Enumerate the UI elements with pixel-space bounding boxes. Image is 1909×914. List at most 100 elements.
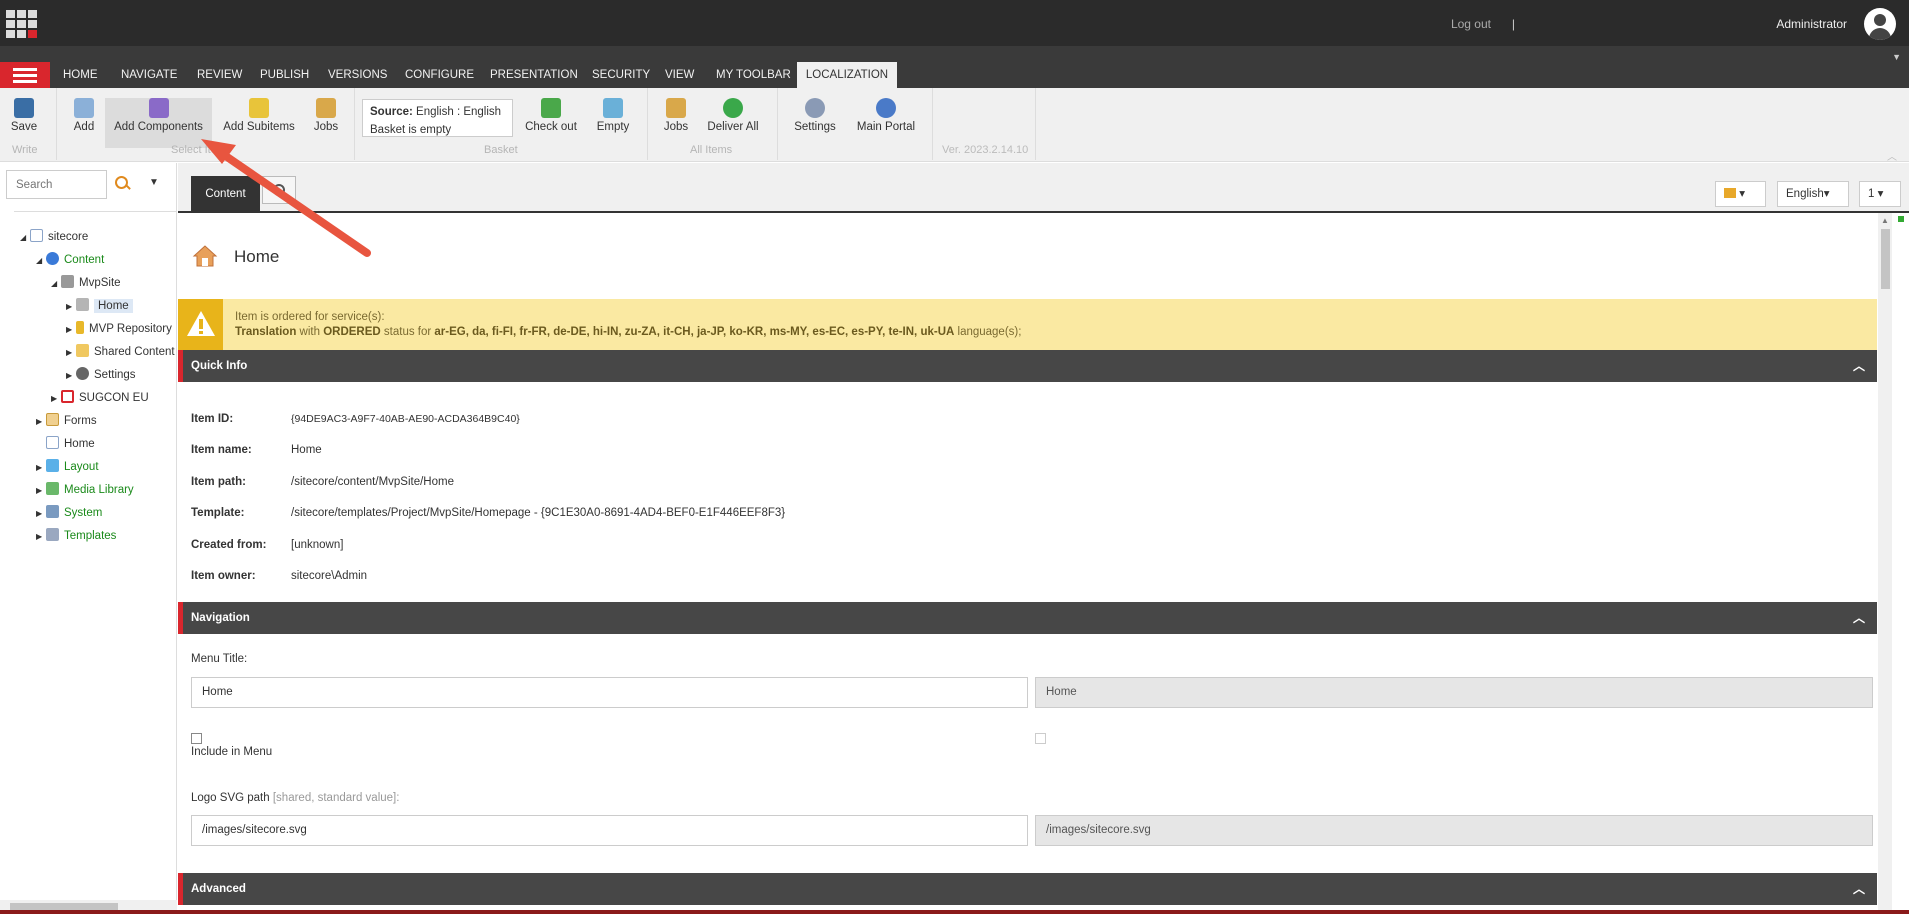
deliver-all-button[interactable]: Deliver All [707, 98, 759, 148]
tree-node-media-library[interactable]: ▶ Media Library [36, 481, 134, 499]
tab-versions[interactable]: VERSIONS [320, 62, 395, 88]
tree-node-forms[interactable]: ▶ Forms [36, 412, 97, 430]
tree-node-mvp-repository[interactable]: ▶ MVP Repository [66, 320, 172, 338]
tree-node-content[interactable]: ◢ Content [36, 251, 104, 269]
app-launcher-icon[interactable] [6, 10, 37, 38]
editor-vertical-scrollbar[interactable]: ▲ [1878, 213, 1892, 914]
trash-icon [603, 98, 623, 118]
tree-node-home[interactable]: ▶ Home [66, 297, 133, 315]
collapsed-arrow-icon[interactable]: ▶ [66, 344, 76, 362]
version-dropdown[interactable]: 1 ▾ [1859, 181, 1901, 207]
tree-node-shared-content[interactable]: ▶ Shared Content [66, 343, 175, 361]
collapsed-arrow-icon[interactable]: ▶ [66, 298, 76, 316]
created-from-value: [unknown] [291, 539, 344, 551]
tree-node-sitecore[interactable]: ◢ sitecore [20, 228, 88, 246]
tree-node-settings[interactable]: ▶ Settings [66, 366, 136, 384]
hamburger-menu-icon[interactable] [0, 62, 50, 88]
chevron-up-icon[interactable]: ︿ [1853, 602, 1865, 634]
folder-icon [76, 344, 89, 357]
jobs-button[interactable]: Jobs [311, 98, 341, 148]
add-subitems-button[interactable]: Add Subitems [222, 98, 296, 148]
user-name[interactable]: Administrator [1776, 17, 1847, 31]
tab-security[interactable]: SECURITY [584, 62, 658, 88]
site-icon [61, 275, 74, 288]
item-id-value: {94DE9AC3-A9F7-40AB-AE90-ACDA364B9C40} [291, 413, 520, 425]
menu-title-field[interactable]: Home [191, 677, 1028, 708]
template-value[interactable]: /sitecore/templates/Project/MvpSite/Home… [291, 507, 785, 519]
tree-node-home-root[interactable]: Home [36, 435, 95, 453]
expanded-arrow-icon[interactable]: ◢ [51, 275, 61, 293]
quick-info-section-header[interactable]: Quick Info ︿ [178, 350, 1877, 382]
empty-button[interactable]: Empty [594, 98, 632, 148]
tree-node-sugcon-eu[interactable]: ▶ SUGCON EU [51, 389, 149, 407]
collapsed-arrow-icon[interactable]: ▶ [36, 505, 46, 523]
forms-icon [46, 413, 59, 426]
logo-svg-path-field[interactable]: /images/sitecore.svg [191, 815, 1028, 846]
template-label: Template: [191, 507, 245, 519]
tree-node-layout[interactable]: ▶ Layout [36, 458, 99, 476]
search-icon[interactable] [113, 175, 131, 193]
add-button[interactable]: Add [68, 98, 100, 148]
chevron-down-icon[interactable]: ▼ [1892, 52, 1901, 62]
content-tree-panel: ▼ ◢sitecore ◢Content ◢MvpSite ▶Home ▶MVP… [0, 163, 177, 914]
tab-view[interactable]: VIEW [657, 62, 702, 88]
navigation-section-header[interactable]: Navigation ︿ [178, 602, 1877, 634]
include-in-menu-label: Include in Menu [191, 746, 273, 758]
collapsed-arrow-icon[interactable]: ▶ [36, 413, 46, 431]
tab-localization[interactable]: LOCALIZATION [797, 62, 897, 88]
collapsed-arrow-icon[interactable]: ▶ [51, 390, 61, 408]
collapsed-arrow-icon[interactable]: ▶ [36, 459, 46, 477]
avatar[interactable] [1864, 8, 1896, 40]
top-bar: Log out | Administrator [0, 0, 1909, 46]
chevron-up-icon[interactable]: ︿ [1853, 350, 1865, 382]
language-dropdown[interactable]: English▾ [1777, 181, 1849, 207]
settings-button[interactable]: Settings [794, 98, 836, 148]
tab-presentation[interactable]: PRESENTATION [482, 62, 586, 88]
tree-node-mvpsite[interactable]: ◢ MvpSite [51, 274, 121, 292]
scroll-up-icon[interactable]: ▲ [1881, 216, 1889, 225]
tree-node-templates[interactable]: ▶ Templates [36, 527, 116, 545]
tab-navigate[interactable]: NAVIGATE [113, 62, 185, 88]
clipboard-icon [316, 98, 336, 118]
created-from-label: Created from: [191, 539, 267, 551]
write-group-label: Write [12, 144, 38, 156]
include-in-menu-standard-checkbox [1035, 733, 1046, 744]
home-icon [76, 298, 89, 311]
include-in-menu-checkbox[interactable] [191, 733, 202, 744]
save-button[interactable]: Save [8, 98, 40, 148]
collapsed-arrow-icon[interactable]: ▶ [66, 367, 76, 385]
header-separator: | [1511, 17, 1515, 31]
item-name-label: Item name: [191, 444, 252, 456]
expanded-arrow-icon[interactable]: ◢ [36, 252, 46, 270]
layout-icon [46, 459, 59, 472]
gear-icon [76, 367, 89, 380]
image-icon [46, 482, 59, 495]
recycle-icon [723, 98, 743, 118]
tab-configure[interactable]: CONFIGURE [397, 62, 482, 88]
tab-content[interactable]: Content [191, 176, 260, 212]
collapsed-arrow-icon[interactable]: ▶ [36, 482, 46, 500]
collapsed-arrow-icon[interactable]: ▶ [36, 528, 46, 546]
search-input[interactable] [6, 170, 107, 199]
item-id-label: Item ID: [191, 413, 234, 425]
sugcon-icon [61, 390, 74, 403]
chevron-down-icon[interactable]: ▼ [149, 177, 159, 188]
all-items-jobs-button[interactable]: Jobs [662, 98, 690, 148]
item-owner-label: Item owner: [191, 570, 256, 582]
add-components-button[interactable]: Add Components [105, 98, 212, 148]
tab-publish[interactable]: PUBLISH [252, 62, 317, 88]
tab-review[interactable]: REVIEW [189, 62, 250, 88]
advanced-section-header[interactable]: Advanced ︿ [178, 873, 1877, 905]
collapsed-arrow-icon[interactable]: ▶ [66, 321, 76, 339]
logout-link[interactable]: Log out [1451, 17, 1491, 31]
tab-home[interactable]: HOME [55, 62, 106, 88]
search-tab-icon[interactable] [262, 176, 296, 204]
chevron-up-icon[interactable]: ︿ [1887, 148, 1897, 163]
main-portal-button[interactable]: Main Portal [856, 98, 916, 148]
tab-my-toolbar[interactable]: MY TOOLBAR [708, 62, 799, 88]
tree-node-system[interactable]: ▶ System [36, 504, 102, 522]
check-out-button[interactable]: Check out [524, 98, 578, 148]
expanded-arrow-icon[interactable]: ◢ [20, 229, 30, 247]
save-menu-dropdown[interactable]: ▾ [1715, 181, 1766, 207]
chevron-up-icon[interactable]: ︿ [1853, 873, 1865, 905]
